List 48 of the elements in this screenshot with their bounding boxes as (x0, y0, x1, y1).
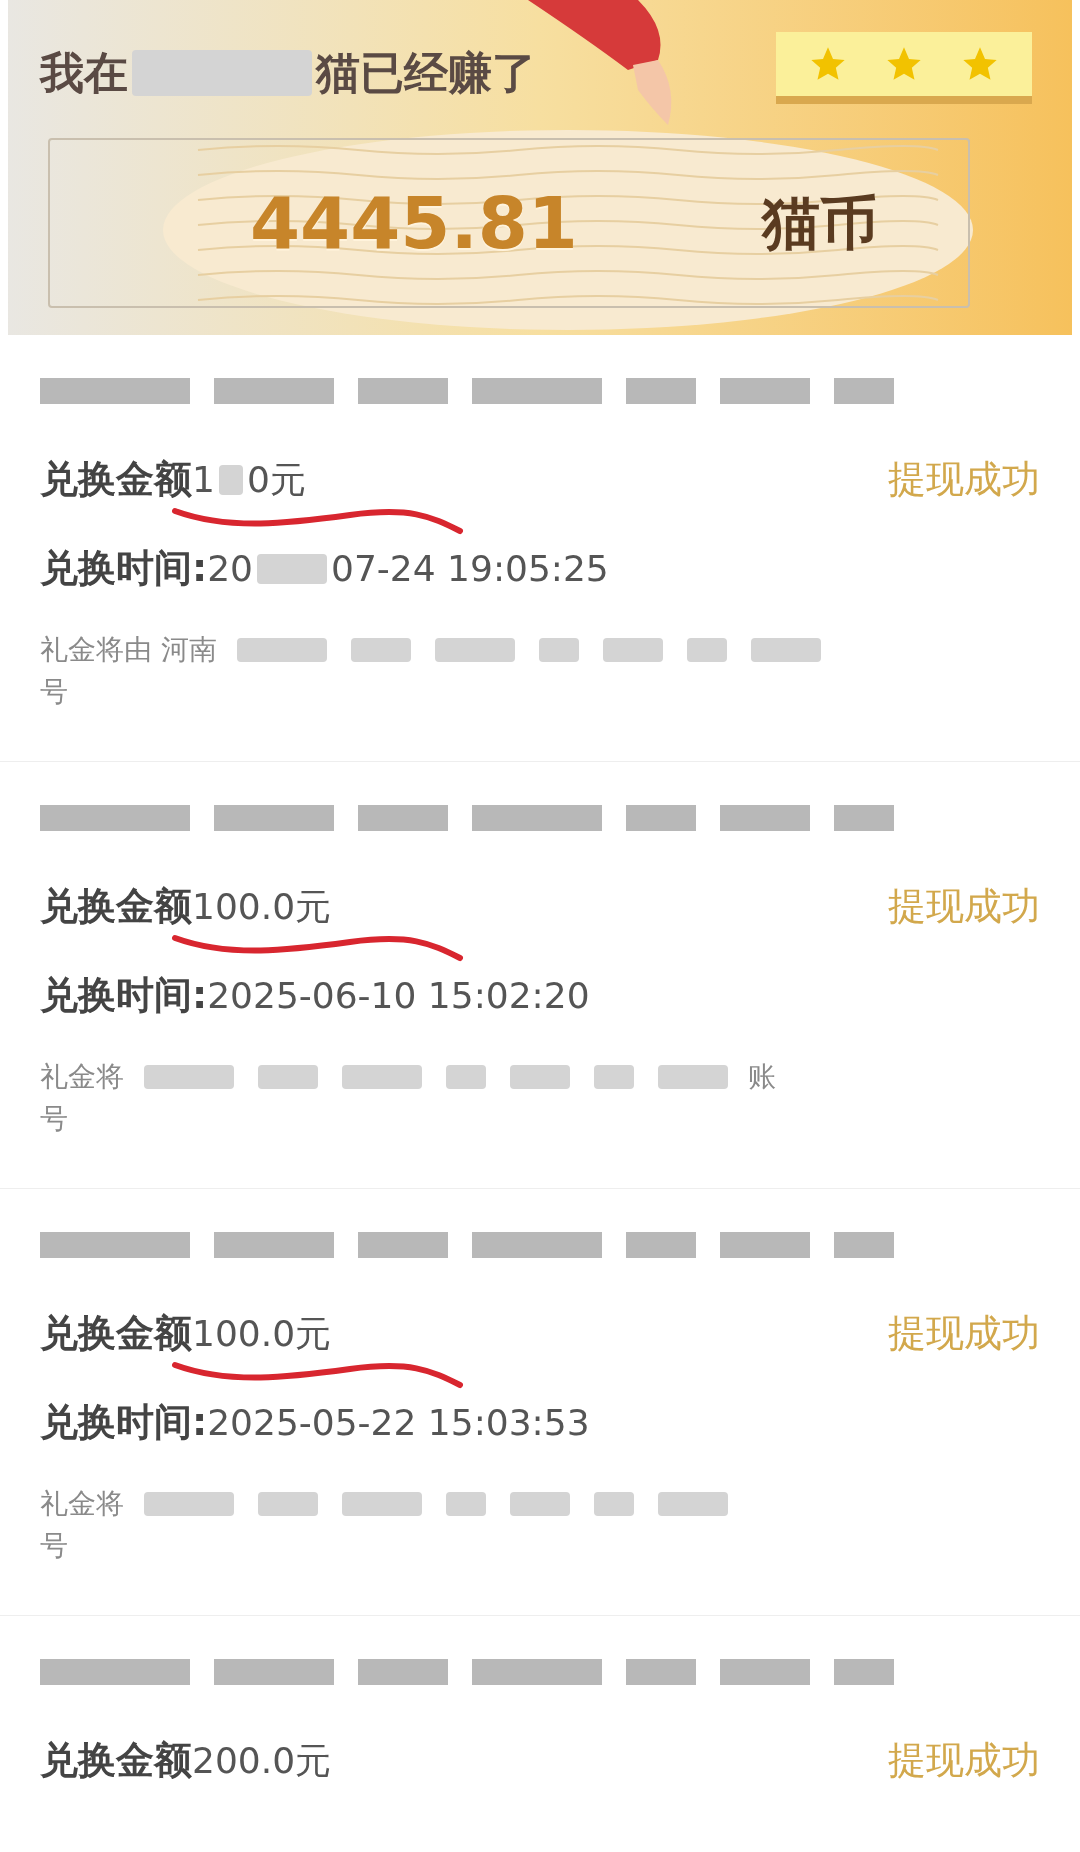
time-label: 兑换时间: (40, 1399, 208, 1446)
blurred-text (258, 1065, 318, 1089)
status-text: 提现成功 (888, 883, 1040, 930)
note-text: 号 (40, 1102, 68, 1135)
note-text: 礼金将由 河南 (40, 632, 217, 668)
note-text: 号 (40, 1529, 68, 1562)
blurred-text (602, 638, 663, 662)
amount-value: 0元 (246, 457, 306, 502)
blurred-text (594, 1065, 634, 1089)
blurred-text (446, 1065, 486, 1089)
blurred-text (658, 1065, 728, 1089)
amount-value: 100.0元 (192, 884, 332, 929)
time-value: 20 (207, 546, 253, 591)
time-label: 兑换时间: (40, 545, 208, 592)
time-label: 兑换时间: (40, 972, 208, 1019)
balance-amount: 4445.81 (250, 180, 578, 267)
header-title: 我在 (40, 46, 128, 100)
amount-label: 兑换金额 (40, 456, 192, 503)
blurred-text (594, 1492, 634, 1516)
blurred-text (350, 638, 411, 662)
blurred-text (658, 1492, 728, 1516)
amount-label: 兑换金额 (40, 1737, 192, 1784)
time-value: 2025-06-10 15:02:20 (207, 973, 590, 1018)
blurred-text (510, 1065, 570, 1089)
blurred-text (538, 638, 579, 662)
amount-value: 200.0元 (192, 1738, 332, 1783)
amount-label: 兑换金额 (40, 1310, 192, 1357)
header-title: 猫已经赚了 (316, 46, 536, 100)
amount-value: 100.0元 (192, 1311, 332, 1356)
note-text: 账 (748, 1059, 776, 1095)
status-text: 提现成功 (888, 1737, 1040, 1784)
blurred-text (686, 638, 727, 662)
note-text: 礼金将 (40, 1059, 124, 1095)
blurred-text (258, 1492, 318, 1516)
time-value: 07-24 19:05:25 (331, 546, 609, 591)
amount-label: 兑换金额 (40, 883, 192, 930)
blurred-text (750, 638, 821, 662)
blurred-text (257, 553, 327, 584)
note-text: 号 (40, 675, 68, 708)
amount-value: 1 (192, 457, 215, 502)
currency-unit: 猫币 (762, 187, 878, 259)
blurred-text (218, 464, 243, 495)
status-text: 提现成功 (888, 1310, 1040, 1357)
status-text: 提现成功 (888, 456, 1040, 503)
blurred-text (510, 1492, 570, 1516)
time-value: 2025-05-22 15:03:53 (207, 1400, 590, 1445)
note-text: 礼金将 (40, 1486, 124, 1522)
blurred-text (446, 1492, 486, 1516)
